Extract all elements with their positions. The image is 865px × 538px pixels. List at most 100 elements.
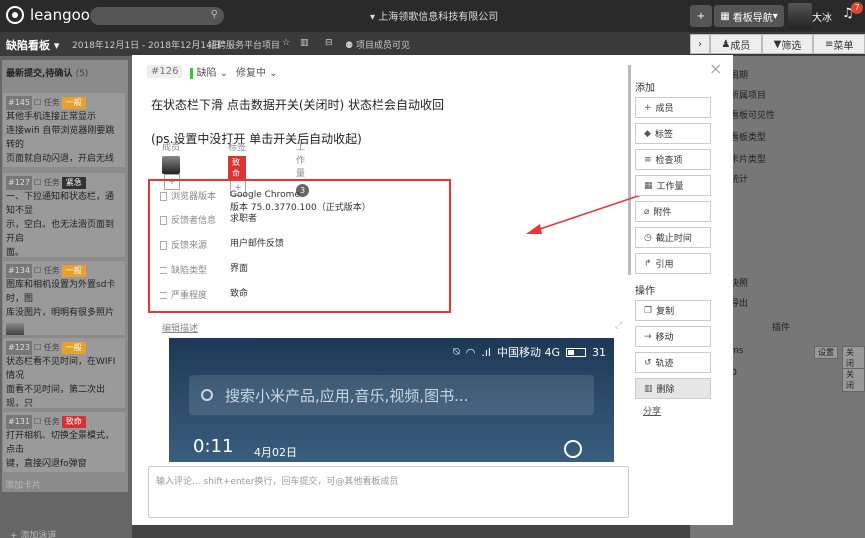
tab-menu[interactable]: ≡ 菜单 [813, 34, 865, 54]
op-1-button[interactable]: → 移动 [635, 326, 711, 347]
expand-icon[interactable]: ⤢ [615, 321, 622, 331]
op-2-button[interactable]: ↺ 轨迹 [635, 352, 711, 373]
tab-filter[interactable]: ▼ 筛选 [761, 34, 814, 54]
status-selector[interactable]: 修复中 ⌄ [236, 64, 278, 79]
search-icon[interactable]: ⚲ [211, 9, 218, 20]
card-title[interactable]: 在状态栏下滑 点击数据开关(关闭时) 状态栏会自动收回 (ps.设置中没打开 单… [151, 88, 611, 156]
add-5-button[interactable]: ◷ 截止时间 [635, 227, 711, 248]
visibility-setting[interactable]: ⚉ 项目成员可见 [345, 38, 410, 51]
collapse-icon[interactable]: › [690, 34, 710, 54]
annotation-arrow [526, 192, 648, 234]
document-icon [160, 241, 167, 250]
add-button[interactable]: + [690, 5, 712, 27]
tab-members[interactable]: ♟ 成员 [710, 34, 762, 54]
add-6-button[interactable]: ↱ 引用 [635, 253, 711, 274]
right-tabs: › ♟ 成员 ▼ 筛选 ≡ 菜单 [690, 34, 865, 54]
card-text: 状态栏看不见时间，在WIFI情况 面看不见时间，第二次出现，只 微信，不同版本。 [6, 357, 116, 408]
card-number: #123 [6, 341, 32, 355]
card[interactable]: #127 ☐ 任务 紧急 一、下拉通知和状态栏，通知不显 示，空白。也无法滑页面到开启… [3, 173, 125, 257]
card-number: #131 [6, 415, 32, 429]
phone-search-icon [201, 389, 213, 401]
field-label: 浏览器版本 [160, 189, 230, 215]
field-label: 严重程度 [160, 288, 230, 301]
add-card-button[interactable]: 添加卡片 [5, 478, 41, 491]
button-icon: ◆ [644, 128, 651, 139]
add-1-button[interactable]: ◆ 标签 [635, 123, 711, 144]
custom-field-row[interactable]: 反馈来源 用户邮件反馈 [160, 238, 284, 251]
card[interactable]: #131 ☐ 任务 致命 打开相机、切换全景模式，点击 键，直接闪退fo弹窗 [3, 412, 125, 472]
avatar[interactable] [788, 3, 812, 29]
custom-field-row[interactable]: 缺陷类型 界面 [160, 263, 248, 276]
field-value: 致命 [230, 289, 249, 299]
card-actions-sidebar: 添加 + 成员 ◆ 标签 ≡ 检查项 ▦ 工作量 ⌀ 附件 ◷ 截止时间 ↱ 引用 操作 ❐ 复制 → 移动 ↺ 轨… [635, 79, 715, 417]
board-area: 最新提交,待确认 (5) #145 ☐ 任务 一般 其他手机连接正常显示 连接wifi… [0, 56, 132, 538]
card-type: ☐ 任务 [33, 266, 60, 275]
op-0-button[interactable]: ❐ 复制 [635, 300, 711, 321]
logo[interactable]: leangoo [6, 6, 90, 24]
username[interactable]: 大冰 [812, 9, 832, 24]
add-3-button[interactable]: ▦ 工作量 [635, 175, 711, 196]
button-icon: → [644, 331, 652, 342]
top-bar: leangoo ⚲ ▾ 上海领歌信息科技有限公司 + ▦ 看板导航 ▾ 大冰 ♫… [0, 0, 865, 32]
comment-placeholder: 输入评论... shift+enter换行，回车提交，可@其他看板成员 [156, 477, 399, 487]
edit-description-link[interactable]: 编辑描述 [162, 321, 198, 334]
menu-item[interactable]: 卡片类型 [730, 152, 766, 165]
card[interactable]: #134 ☐ 任务 一般图库和相机设置为外置sd卡时，图 库没图片，明明有很多照片 [3, 261, 125, 335]
card-type: ☐ 任务 [33, 178, 60, 187]
date-range[interactable]: 2018年12月1日 - 2018年12月14日 [72, 38, 221, 51]
severity-tag[interactable]: 致命 [228, 156, 246, 180]
project-link[interactable]: 招聘服务平台项目 [208, 38, 280, 51]
card-id: #126 [147, 65, 183, 78]
member-avatar[interactable] [162, 156, 180, 174]
card[interactable]: #123 ☐ 任务 一般状态栏看不见时间，在WIFI情况 面看不见时间，第二次出现，… [3, 338, 125, 408]
card-text: 打开相机、切换全景模式，点击 键，直接闪退fo弹窗 [6, 431, 115, 469]
button-icon: ▦ [644, 180, 653, 191]
battery-icon [566, 347, 586, 357]
attachment-screenshot[interactable]: ⍉ ◠ .ıl 中国移动 4G 31 搜索小米产品,应用,音乐,视频,图书...… [169, 338, 614, 462]
card-member-avatar[interactable] [6, 323, 24, 335]
menu-item[interactable]: 看板类型 [730, 130, 766, 143]
board-title[interactable]: 缺陷看板 ▾ [6, 37, 59, 53]
board-nav-button[interactable]: ▦ 看板导航 ▾ [714, 5, 784, 27]
plugin-button[interactable]: 设置 [814, 346, 838, 359]
logo-text: leangoo [30, 6, 90, 24]
add-4-button[interactable]: ⌀ 附件 [635, 201, 711, 222]
field-value: Google Chrome 版本 75.0.3770.100（正式版本） [230, 190, 371, 213]
search-input[interactable]: ⚲ [90, 7, 224, 25]
custom-field-row[interactable]: 严重程度 致命 [160, 288, 248, 301]
card-type-selector[interactable]: 缺陷 ⌄ [190, 64, 228, 79]
add-0-button[interactable]: + 成员 [635, 97, 711, 118]
card-tag: 一般 [61, 265, 86, 277]
card-number: #145 [6, 96, 32, 110]
menu-item[interactable]: 所属项目 [730, 88, 766, 101]
button-icon: + [644, 102, 652, 113]
company-selector[interactable]: ▾ 上海领歌信息科技有限公司 [370, 8, 498, 23]
notification-badge: 7 [851, 2, 863, 14]
card-number: #134 [6, 264, 32, 278]
close-icon[interactable]: × [709, 59, 722, 78]
card-type: ☐ 任务 [33, 343, 60, 352]
archive-icon[interactable]: ⊟ [325, 38, 333, 48]
card-type: ☐ 任务 [33, 417, 60, 426]
custom-field-row[interactable]: 浏览器版本 Google Chrome 版本 75.0.3770.100（正式版本… [160, 189, 371, 215]
card-text: 图库和相机设置为外置sd卡时，图 库没图片，明明有很多照片 [6, 280, 116, 318]
add-lane-button[interactable]: + 添加泳道 [10, 528, 56, 538]
star-icon[interactable]: ☆ [282, 38, 290, 48]
comment-input[interactable]: 输入评论... shift+enter换行，回车提交，可@其他看板成员 [148, 466, 629, 518]
phone-time: 0:11 [193, 436, 234, 457]
menu-item[interactable]: 看板可见性 [730, 108, 775, 121]
op-3-button[interactable]: ▥ 删除 [635, 378, 711, 399]
add-2-button[interactable]: ≡ 检查项 [635, 149, 711, 170]
button-icon: ↱ [644, 258, 652, 269]
chart-icon[interactable]: ▥ [300, 38, 309, 48]
custom-field-row[interactable]: 反馈者信息 求职者 [160, 213, 257, 226]
plugin-button[interactable]: 关闭 [842, 368, 865, 392]
card-tag: 一般 [61, 342, 86, 354]
field-value: 用户邮件反馈 [230, 239, 285, 249]
plugin-button[interactable]: 关闭 [842, 346, 865, 370]
card[interactable]: #145 ☐ 任务 一般 其他手机连接正常显示 连接wifi 自带浏览器刚要跳转的 页… [3, 93, 125, 167]
share-link[interactable]: 分享 [635, 404, 715, 417]
button-icon: ▥ [644, 383, 653, 394]
scrollbar[interactable] [628, 65, 631, 275]
column-title[interactable]: 最新提交,待确认 (5) [2, 60, 128, 85]
